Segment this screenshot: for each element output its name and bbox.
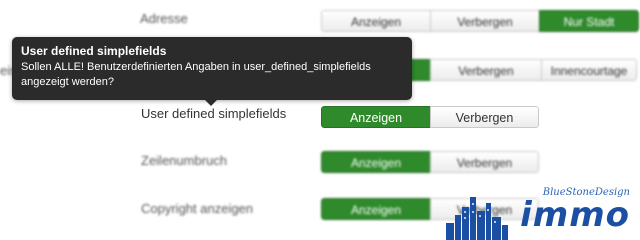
bluestone-immo-logo: BlueStoneDesign immo [444,185,634,240]
tooltip-text: Sollen ALLE! Benutzerdefinierten Angaben… [21,61,371,88]
adresse-option-anzeigen[interactable]: Anzeigen [321,10,431,32]
row-label-zeilenumbruch: Zeilenumbruch [141,153,227,168]
simplefields-option-anzeigen[interactable]: Anzeigen [321,106,431,128]
adresse-segmented-control: Anzeigen Verbergen Nur Stadt [321,10,639,32]
row-label-user-defined-simplefields: User defined simplefields [141,106,287,121]
tooltip-arrow [205,100,217,106]
copyright-option-anzeigen[interactable]: Anzeigen [321,198,431,220]
adresse-option-verbergen[interactable]: Verbergen [430,10,540,32]
logo-main-text: immo [520,195,630,235]
zeilenumbruch-option-verbergen[interactable]: Verbergen [430,151,539,173]
simplefields-option-verbergen[interactable]: Verbergen [430,106,539,128]
preis-option-verbergen[interactable]: Verbergen [430,59,542,81]
zeilenumbruch-segmented-control: Anzeigen Verbergen [321,151,539,173]
simplefields-segmented-control: Anzeigen Verbergen [321,106,539,128]
zeilenumbruch-option-anzeigen[interactable]: Anzeigen [321,151,431,173]
adresse-option-nur-stadt[interactable]: Nur Stadt [539,10,639,32]
row-label-copyright-anzeigen: Copyright anzeigen [141,201,254,216]
help-tooltip: User defined simplefields Sollen ALLE! B… [12,37,412,100]
tooltip-title: User defined simplefields [21,44,167,58]
row-label-adresse: Adresse [140,11,188,26]
preis-option-innencourtage[interactable]: Innencourtage [541,59,637,81]
